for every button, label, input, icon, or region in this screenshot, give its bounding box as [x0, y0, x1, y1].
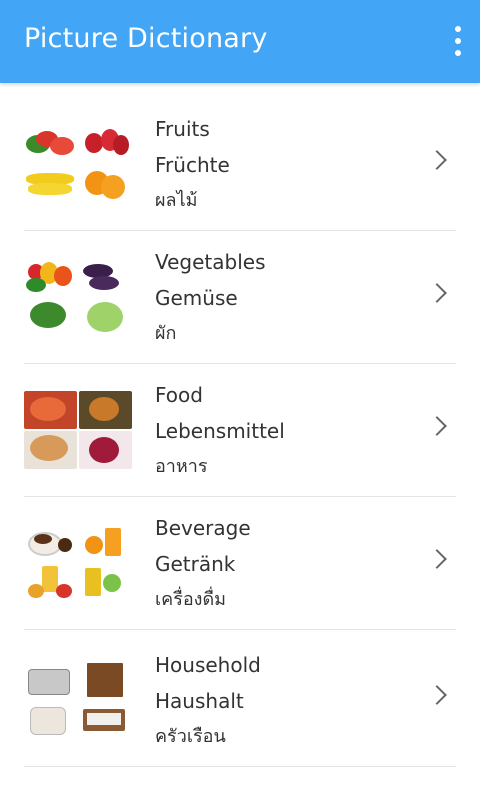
category-name-de: Lebensmittel — [155, 419, 285, 443]
fruits-thumbnail — [24, 125, 132, 203]
category-name-de: Haushalt — [155, 689, 244, 713]
category-name-en: Food — [155, 383, 203, 407]
category-name-de: Getränk — [155, 552, 236, 576]
vegetables-thumbnail — [24, 258, 132, 336]
app-bar: Picture Dictionary — [0, 0, 480, 83]
category-item-household[interactable]: Household Haushalt ครัวเรือน — [24, 630, 456, 767]
category-name-th: ผลไม้ — [155, 190, 198, 211]
category-name-th: อาหาร — [155, 456, 208, 477]
category-name-en: Vegetables — [155, 250, 266, 274]
category-name-th: ผัก — [155, 323, 177, 344]
household-thumbnail — [24, 661, 132, 739]
category-item-vegetables[interactable]: Vegetables Gemüse ผัก — [24, 231, 456, 364]
category-name-th: ครัวเรือน — [155, 726, 226, 747]
chevron-right-icon — [427, 283, 447, 303]
chevron-right-icon — [427, 416, 447, 436]
food-thumbnail — [24, 391, 132, 469]
chevron-right-icon — [427, 685, 447, 705]
category-name-th: เครื่องดื่ม — [155, 589, 227, 610]
category-name-en: Beverage — [155, 516, 251, 540]
category-name-en: Household — [155, 653, 261, 677]
category-item-fruits[interactable]: Fruits Früchte ผลไม้ — [24, 98, 456, 231]
beverage-thumbnail — [24, 524, 132, 602]
category-name-en: Fruits — [155, 117, 210, 141]
category-name-de: Früchte — [155, 153, 230, 177]
category-item-food[interactable]: Food Lebensmittel อาหาร — [24, 364, 456, 497]
chevron-right-icon — [427, 549, 447, 569]
category-item-beverage[interactable]: Beverage Getränk เครื่องดื่ม — [24, 497, 456, 630]
category-name-de: Gemüse — [155, 286, 238, 310]
category-list: Fruits Früchte ผลไม้ Vegetables Gemüse ผ… — [0, 98, 480, 767]
overflow-menu-icon[interactable] — [450, 26, 466, 56]
app-title: Picture Dictionary — [24, 23, 268, 54]
chevron-right-icon — [427, 150, 447, 170]
